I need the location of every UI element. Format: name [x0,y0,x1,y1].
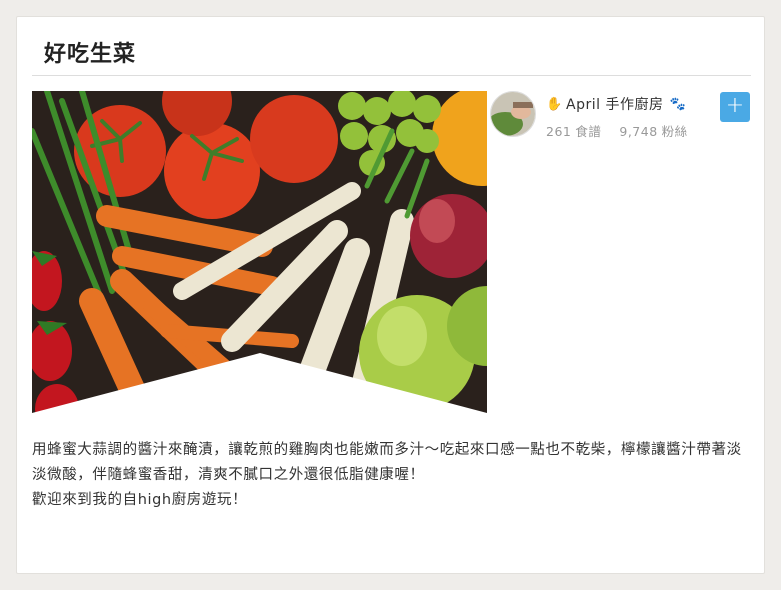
recipe-title: 好吃生菜 [44,42,137,67]
recipes-label: 食譜 [575,124,602,139]
fans-count: 9,748 [619,124,658,139]
hand-icon: ✋ [546,96,563,112]
recipe-description: 用蜂蜜大蒜調的醬汁來醃漬，讓乾煎的雞胸肉也能嫩而多汁～吃起來口感一點也不乾柴，檸… [32,438,754,513]
paw-icon: 🐾 [669,96,686,112]
follow-button[interactable]: + [720,92,750,122]
author-stats: 261 食譜 9,748 粉絲 [546,121,692,140]
author-block: ✋ April 手作廚房 🐾 261 食譜 9,748 粉絲 + [490,91,750,141]
author-avatar[interactable] [490,91,536,137]
title-divider [32,75,751,76]
fans-label: 粉絲 [661,124,688,139]
recipes-count: 261 [546,124,572,139]
description-line-2: 歡迎來到我的自high廚房遊玩！ [32,492,248,508]
recipe-photo[interactable] [32,91,487,424]
author-name[interactable]: April 手作廚房 [566,94,663,114]
author-name-row[interactable]: ✋ April 手作廚房 🐾 [546,94,686,114]
description-line-1: 用蜂蜜大蒜調的醬汁來醃漬，讓乾煎的雞胸肉也能嫩而多汁～吃起來口感一點也不乾柴，檸… [32,442,742,483]
recipe-card: 好吃生菜 ✋ April 手作廚房 🐾 261 食譜 9,748 粉絲 + 用蜂… [16,16,765,574]
